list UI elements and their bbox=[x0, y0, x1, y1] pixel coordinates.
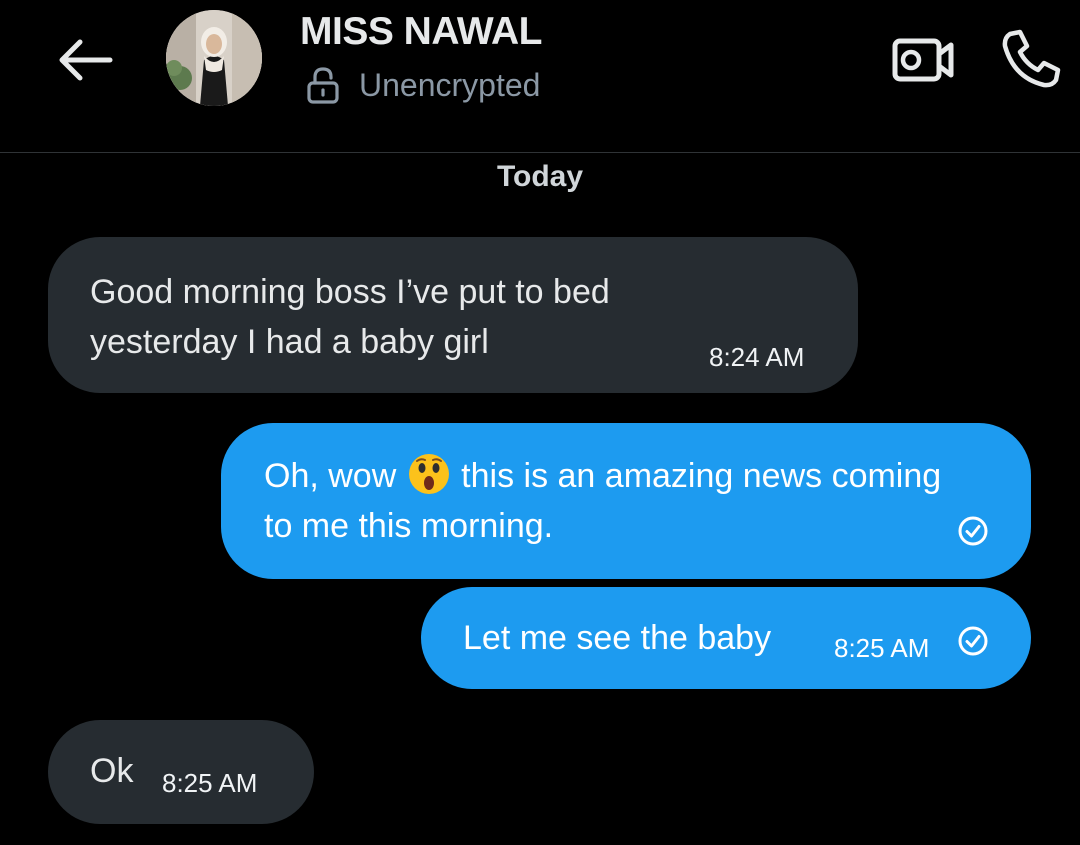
encryption-status: Unencrypted bbox=[305, 66, 540, 104]
message-text: Ok bbox=[90, 752, 134, 790]
message-bubble-incoming[interactable]: Ok 8:25 AM bbox=[48, 720, 314, 824]
message-time: 8:24 AM bbox=[709, 342, 805, 372]
message-bubble-outgoing[interactable]: Oh, wow this is an amazing news coming t… bbox=[221, 423, 1031, 579]
voice-call-button[interactable] bbox=[996, 26, 1066, 92]
video-call-button[interactable] bbox=[888, 30, 958, 90]
message-text-part: Oh, wow bbox=[264, 457, 406, 495]
message-time: 8:25 AM bbox=[162, 768, 258, 798]
encryption-status-label: Unencrypted bbox=[359, 66, 541, 103]
message-text: Oh, wow this is an amazing news coming t… bbox=[264, 451, 964, 551]
astonished-face-emoji bbox=[408, 454, 449, 494]
phone-icon bbox=[1002, 29, 1061, 88]
video-camera-icon bbox=[892, 38, 954, 82]
day-separator: Today bbox=[496, 160, 584, 193]
message-bubble-outgoing[interactable]: Let me see the baby 8:25 AM bbox=[421, 587, 1031, 689]
avatar-image bbox=[166, 10, 262, 106]
check-circle-icon bbox=[958, 626, 988, 656]
contact-name[interactable]: MISS NAWAL bbox=[300, 10, 543, 54]
message-time: 8:25 AM bbox=[834, 633, 930, 663]
unlock-icon bbox=[307, 67, 339, 104]
message-time-holder: 8:24 AM bbox=[709, 330, 804, 382]
arrow-left-icon bbox=[59, 39, 113, 81]
header-divider bbox=[0, 152, 1080, 153]
back-button[interactable] bbox=[52, 30, 120, 90]
chat-header: MISS NAWAL Unencrypted bbox=[0, 0, 1080, 152]
avatar[interactable] bbox=[166, 10, 262, 106]
message-text: Good morning boss I’ve put to bed yester… bbox=[90, 273, 610, 361]
check-circle-icon bbox=[958, 516, 988, 546]
message-text: Let me see the baby bbox=[463, 619, 772, 657]
